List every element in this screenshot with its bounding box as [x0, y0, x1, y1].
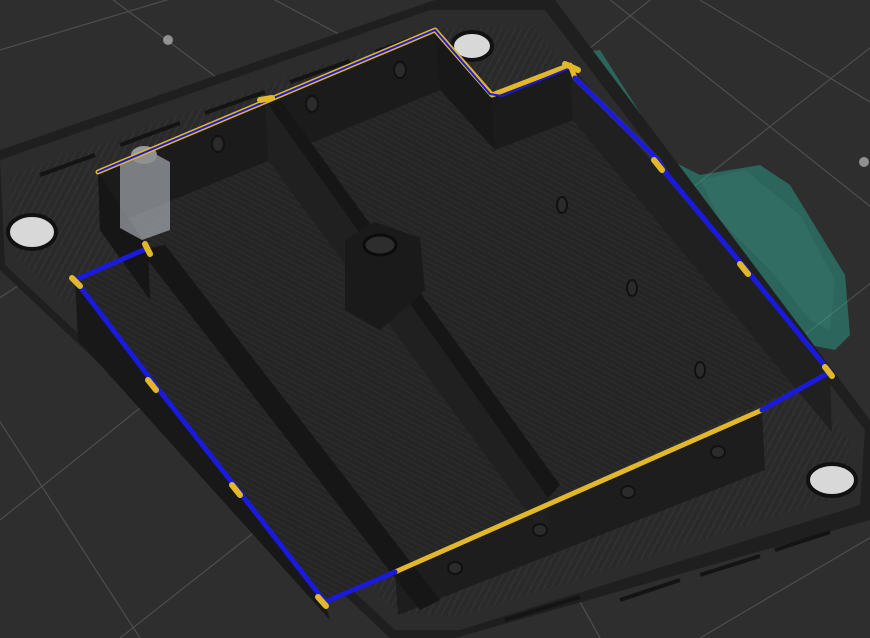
grid-marker — [163, 35, 173, 45]
grid-line — [699, 0, 870, 103]
grid-line — [0, 420, 141, 638]
3d-viewport[interactable] — [0, 0, 870, 638]
scene-canvas[interactable] — [0, 0, 870, 638]
grid-marker — [859, 157, 869, 167]
